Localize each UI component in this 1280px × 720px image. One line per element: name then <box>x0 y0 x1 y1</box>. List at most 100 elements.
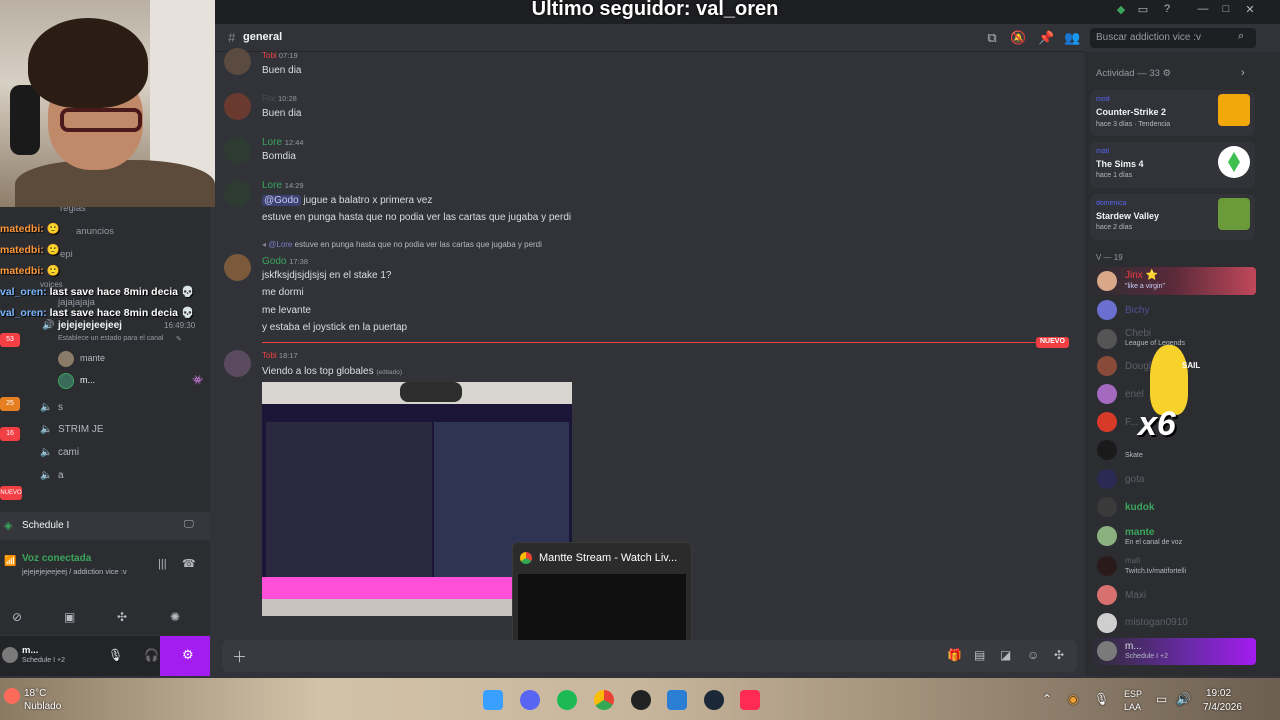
obs-icon[interactable] <box>631 690 651 710</box>
faded-channel[interactable]: epi <box>60 249 73 260</box>
server-badge[interactable]: 53 <box>0 333 20 347</box>
inbox-icon[interactable]: ▭ <box>1134 3 1152 21</box>
avatar[interactable] <box>224 180 251 207</box>
headphones-icon[interactable]: 🎧 <box>144 648 159 662</box>
emoji-icon[interactable]: ☺ <box>1027 648 1039 662</box>
voice-channel[interactable]: a <box>58 470 64 481</box>
avatar[interactable] <box>1097 469 1117 489</box>
avatar[interactable] <box>1097 271 1117 291</box>
avatar[interactable] <box>1097 440 1117 460</box>
tray-expand-icon[interactable]: ⌃ <box>1042 692 1052 706</box>
member-name[interactable]: enel <box>1125 389 1144 400</box>
soundboard-icon[interactable]: ✺ <box>170 610 180 624</box>
reply-preview[interactable]: ◂ @Lore estuve en punga hasta que no pod… <box>262 240 542 249</box>
clock-time[interactable]: 19:02 <box>1206 688 1231 699</box>
gif-icon[interactable]: ▤ <box>974 648 985 662</box>
member-name[interactable]: Jinx ⭐ <box>1125 270 1158 281</box>
network-icon[interactable]: ▭ <box>1156 692 1167 706</box>
avatar[interactable] <box>1097 526 1117 546</box>
avatar[interactable] <box>1097 613 1117 633</box>
chrome-icon[interactable] <box>594 690 614 710</box>
avatar[interactable] <box>2 647 18 663</box>
voice-status-note[interactable]: Establece un estado para el canal <box>58 335 163 342</box>
avatar[interactable] <box>1097 329 1117 349</box>
gift-icon[interactable]: 🎁 <box>947 648 962 662</box>
member-name[interactable]: Chebi <box>1125 328 1151 339</box>
weather-description[interactable]: Nublado <box>24 701 61 712</box>
voice-member[interactable]: mante <box>80 353 105 363</box>
nitro-icon[interactable]: ◆ <box>1112 3 1130 21</box>
share-screen-icon[interactable]: ▣ <box>64 610 75 624</box>
threads-icon[interactable]: ⧉ <box>984 30 1000 46</box>
message-author[interactable]: Tobi 18:17 <box>262 351 298 360</box>
faded-channel[interactable]: anuncios <box>76 226 114 237</box>
search-input[interactable]: Buscar addiction vice :v <box>1090 28 1256 48</box>
minimize-icon[interactable]: — <box>1194 3 1212 21</box>
message-author[interactable]: Fior 10:28 <box>262 94 297 103</box>
camera-off-icon[interactable]: ⊘ <box>12 610 22 624</box>
message-author[interactable]: Lore 12:44 <box>262 137 304 148</box>
voice-member[interactable]: m... <box>80 375 95 385</box>
pencil-icon[interactable]: ✎ <box>176 335 182 343</box>
chevron-right-icon[interactable]: › <box>1241 67 1245 79</box>
apps-icon[interactable]: ✣ <box>1054 648 1064 662</box>
avatar[interactable] <box>1097 497 1117 517</box>
mute-bell-icon[interactable]: 🔕 <box>1010 30 1026 46</box>
member-name[interactable]: Bichy <box>1125 305 1149 316</box>
member-name[interactable]: mante <box>1125 527 1154 538</box>
windows-start-icon[interactable] <box>483 690 503 710</box>
microphone-icon[interactable]: 🎙 <box>108 648 123 662</box>
message-author[interactable]: Tobi 07:19 <box>262 51 298 60</box>
member-name[interactable]: m... <box>1125 641 1142 652</box>
message-author[interactable]: Lore 14:29 <box>262 180 304 191</box>
add-attachment-icon[interactable]: ＋ <box>232 646 247 667</box>
pin-icon[interactable]: 📌 <box>1038 30 1054 46</box>
tray-app-icon[interactable]: ◉ <box>1068 692 1078 706</box>
avatar[interactable] <box>224 350 251 377</box>
weather-icon[interactable] <box>4 688 20 704</box>
member-name[interactable]: gota <box>1125 474 1144 485</box>
member-name[interactable]: kudok <box>1125 502 1154 513</box>
avatar[interactable] <box>1097 412 1117 432</box>
avatar[interactable] <box>1097 300 1117 320</box>
voice-channel[interactable]: cami <box>58 447 79 458</box>
disconnect-icon[interactable]: ☎ <box>182 557 196 570</box>
close-icon[interactable]: ✕ <box>1241 3 1259 21</box>
screen-share-icon[interactable]: 🖵 <box>184 519 194 530</box>
help-icon[interactable]: ? <box>1158 3 1176 21</box>
input-layout[interactable]: LAA <box>1124 702 1141 712</box>
clock-date[interactable]: 7/4/2026 <box>1203 702 1242 713</box>
member-name[interactable]: Maxi <box>1125 590 1146 601</box>
avatar[interactable] <box>224 48 251 75</box>
avatar[interactable] <box>224 93 251 120</box>
maximize-icon[interactable]: □ <box>1217 3 1235 21</box>
server-badge[interactable]: 16 <box>0 427 20 441</box>
member-name[interactable]: mistogan0910 <box>1125 617 1188 628</box>
members-icon[interactable]: 👥 <box>1064 30 1080 46</box>
activities-icon[interactable]: ✣ <box>117 610 127 624</box>
member-name[interactable]: mati <box>1125 556 1140 565</box>
avatar[interactable] <box>1097 556 1117 576</box>
voice-connected-label[interactable]: Voz conectada <box>22 553 91 564</box>
noise-suppression-icon[interactable]: ||| <box>158 558 167 570</box>
volume-icon[interactable]: 🔊 <box>1176 692 1191 706</box>
gear-icon[interactable]: ⚙ <box>1163 68 1172 79</box>
avatar[interactable] <box>224 137 251 164</box>
spotify-icon[interactable] <box>557 690 577 710</box>
voice-channel[interactable]: s <box>58 402 63 413</box>
avatar[interactable] <box>1097 641 1117 661</box>
weather-temperature[interactable]: 18°C <box>24 688 46 699</box>
member-name[interactable]: F... <box>1125 417 1138 428</box>
server-badge[interactable]: 25 <box>0 397 20 411</box>
settings-gear-icon[interactable]: ⚙ <box>182 647 194 663</box>
steam-icon[interactable] <box>704 690 724 710</box>
message-author[interactable]: Godo 17:38 <box>262 256 308 267</box>
photos-icon[interactable] <box>667 690 687 710</box>
mention[interactable]: @Godo <box>262 195 301 206</box>
avatar[interactable] <box>1097 585 1117 605</box>
avatar[interactable] <box>1097 384 1117 404</box>
discord-icon[interactable] <box>520 690 540 710</box>
tray-mic-icon[interactable]: 🎙 <box>1094 692 1109 706</box>
avatar[interactable] <box>1097 356 1117 376</box>
tiktok-icon[interactable] <box>740 690 760 710</box>
